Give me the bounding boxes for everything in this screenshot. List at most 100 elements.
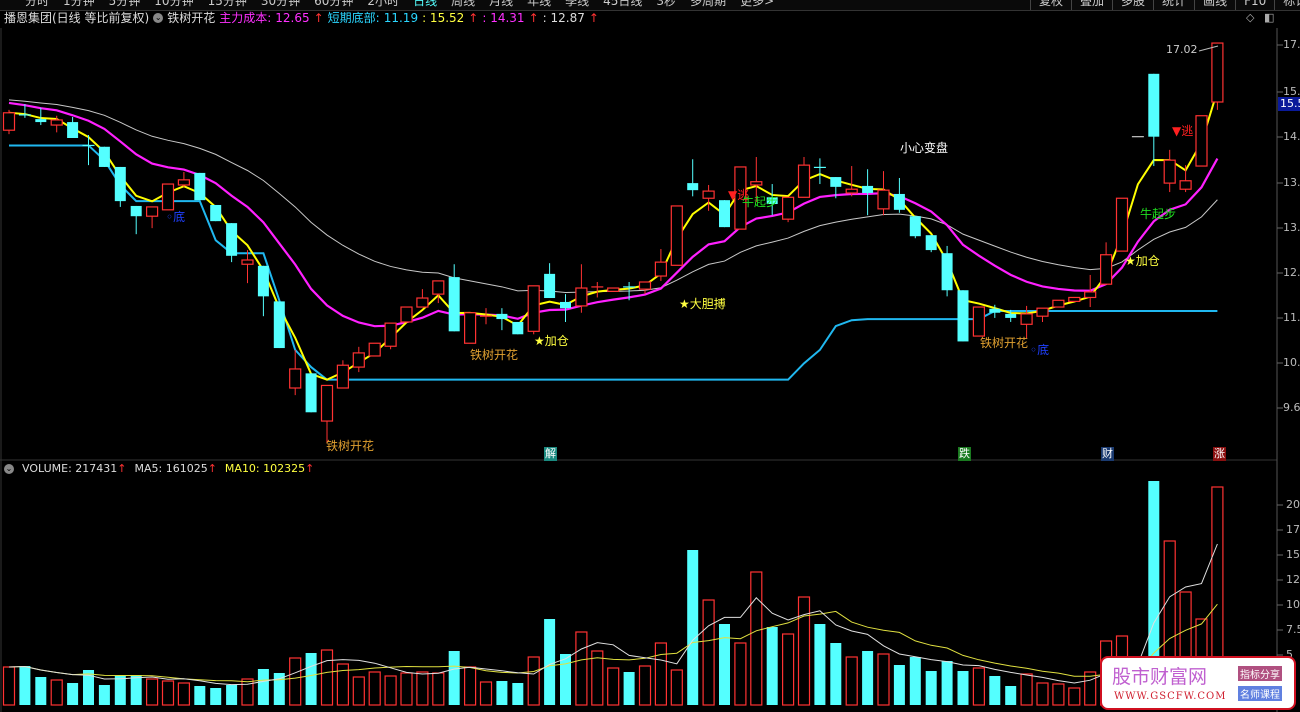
candle bbox=[1148, 73, 1160, 167]
candle-body-down bbox=[989, 308, 1001, 313]
volume-bar-down bbox=[130, 675, 142, 705]
candle-body-up bbox=[368, 342, 381, 357]
high-price-label: 17.02 bbox=[1166, 43, 1198, 56]
candle-body-up bbox=[1115, 197, 1129, 252]
candle bbox=[560, 294, 571, 322]
candle-body-down bbox=[893, 193, 905, 210]
candle-body-up bbox=[2, 112, 16, 131]
volume-bar-down bbox=[98, 685, 110, 705]
candle-body-down bbox=[1005, 313, 1017, 318]
candle-body-up bbox=[1036, 307, 1049, 317]
volume-bar-down bbox=[496, 681, 508, 705]
candle bbox=[862, 169, 874, 216]
volume-menu-icon[interactable]: ⌄ bbox=[4, 463, 14, 474]
candle-body-up bbox=[797, 164, 811, 198]
volume-tick-label: 12.5 bbox=[1286, 573, 1300, 586]
badge-die: 跌 bbox=[958, 447, 971, 461]
candle-body-up bbox=[1179, 180, 1192, 190]
candle bbox=[845, 166, 858, 197]
candle bbox=[1195, 115, 1208, 167]
volume-bar-up bbox=[432, 672, 445, 706]
ma-fast-line bbox=[8, 90, 1219, 381]
candle-body-down bbox=[67, 122, 79, 138]
candle bbox=[336, 360, 349, 389]
candle-body-up bbox=[781, 196, 795, 220]
volume-bar-down bbox=[941, 661, 953, 705]
candle-body-up bbox=[146, 206, 159, 217]
candle bbox=[98, 146, 110, 167]
volume-bar-up bbox=[877, 653, 890, 706]
candle bbox=[320, 384, 334, 444]
candle bbox=[368, 342, 381, 357]
candle-body-up bbox=[845, 188, 858, 194]
candle-body-down bbox=[305, 373, 317, 413]
candle bbox=[400, 306, 413, 323]
candle-body-down bbox=[862, 185, 874, 193]
volume-bar-down bbox=[67, 683, 79, 705]
candle-body-up bbox=[416, 297, 429, 308]
candle bbox=[226, 223, 238, 263]
volume-bar-up bbox=[638, 665, 652, 706]
candle bbox=[797, 157, 811, 198]
volume-bar-up bbox=[654, 642, 668, 706]
candle-body-down bbox=[909, 216, 921, 237]
volume-bar-down bbox=[560, 654, 571, 705]
price-tick-label: 13.0 bbox=[1283, 221, 1300, 234]
candle bbox=[194, 172, 206, 201]
volume-bar-up bbox=[320, 649, 334, 706]
price-tick-label: 11.1 bbox=[1283, 311, 1300, 324]
volume-bar-down bbox=[893, 665, 905, 705]
candle bbox=[941, 245, 953, 297]
candle bbox=[289, 349, 302, 396]
price-tick-label: 10.3 bbox=[1283, 356, 1300, 369]
candle bbox=[719, 200, 730, 228]
volume-bar-down bbox=[194, 686, 206, 705]
candle bbox=[813, 158, 826, 185]
candle-body-up bbox=[336, 364, 349, 389]
signal-escape: ▼逃 bbox=[1172, 124, 1194, 138]
volume-bar-up bbox=[352, 676, 365, 706]
volume-value: VOLUME: 217431 bbox=[22, 462, 118, 475]
candle bbox=[146, 206, 159, 229]
price-tick-label: 14.8 bbox=[1283, 130, 1300, 143]
signal-bottom: ◦底 bbox=[166, 210, 186, 224]
volume-bar-up bbox=[146, 678, 159, 706]
candle bbox=[67, 116, 79, 138]
candle bbox=[591, 281, 604, 298]
candle-body-up bbox=[1099, 254, 1113, 285]
candle bbox=[957, 290, 969, 342]
candle bbox=[575, 264, 588, 313]
price-tick-label: 13.9 bbox=[1283, 176, 1300, 189]
candle bbox=[464, 312, 477, 344]
volume-bar-down bbox=[305, 653, 317, 705]
volume-bar-down bbox=[687, 550, 699, 705]
candle-body-up bbox=[702, 190, 715, 199]
candle bbox=[480, 308, 492, 325]
candle bbox=[544, 263, 556, 299]
candle bbox=[210, 204, 222, 222]
candle-body-up bbox=[177, 179, 190, 186]
candle bbox=[352, 346, 365, 373]
candle-body-down bbox=[98, 146, 110, 167]
candle bbox=[893, 177, 905, 213]
volume-bar-up bbox=[1020, 673, 1033, 706]
candle-body-up bbox=[1163, 159, 1176, 184]
candle-body-up bbox=[352, 352, 365, 368]
candle-body-down bbox=[194, 172, 206, 201]
candle bbox=[781, 196, 795, 223]
volume-bar-down bbox=[925, 671, 937, 705]
volume-bar-down bbox=[114, 676, 126, 705]
volume-bar-down bbox=[814, 624, 826, 705]
volume-bar-up bbox=[607, 667, 620, 706]
candle-body-up bbox=[432, 280, 445, 295]
candle-body-up bbox=[670, 205, 683, 266]
candle bbox=[257, 265, 269, 317]
watermark-title: 股市财富网 bbox=[1112, 666, 1208, 688]
candle-body-up bbox=[607, 287, 620, 292]
candle bbox=[527, 285, 540, 335]
volume-bar-down bbox=[544, 619, 556, 705]
candle-body-up bbox=[1068, 296, 1081, 302]
volume-bar-down bbox=[512, 683, 524, 705]
volume-bar-up bbox=[591, 650, 604, 706]
candle bbox=[877, 171, 890, 216]
